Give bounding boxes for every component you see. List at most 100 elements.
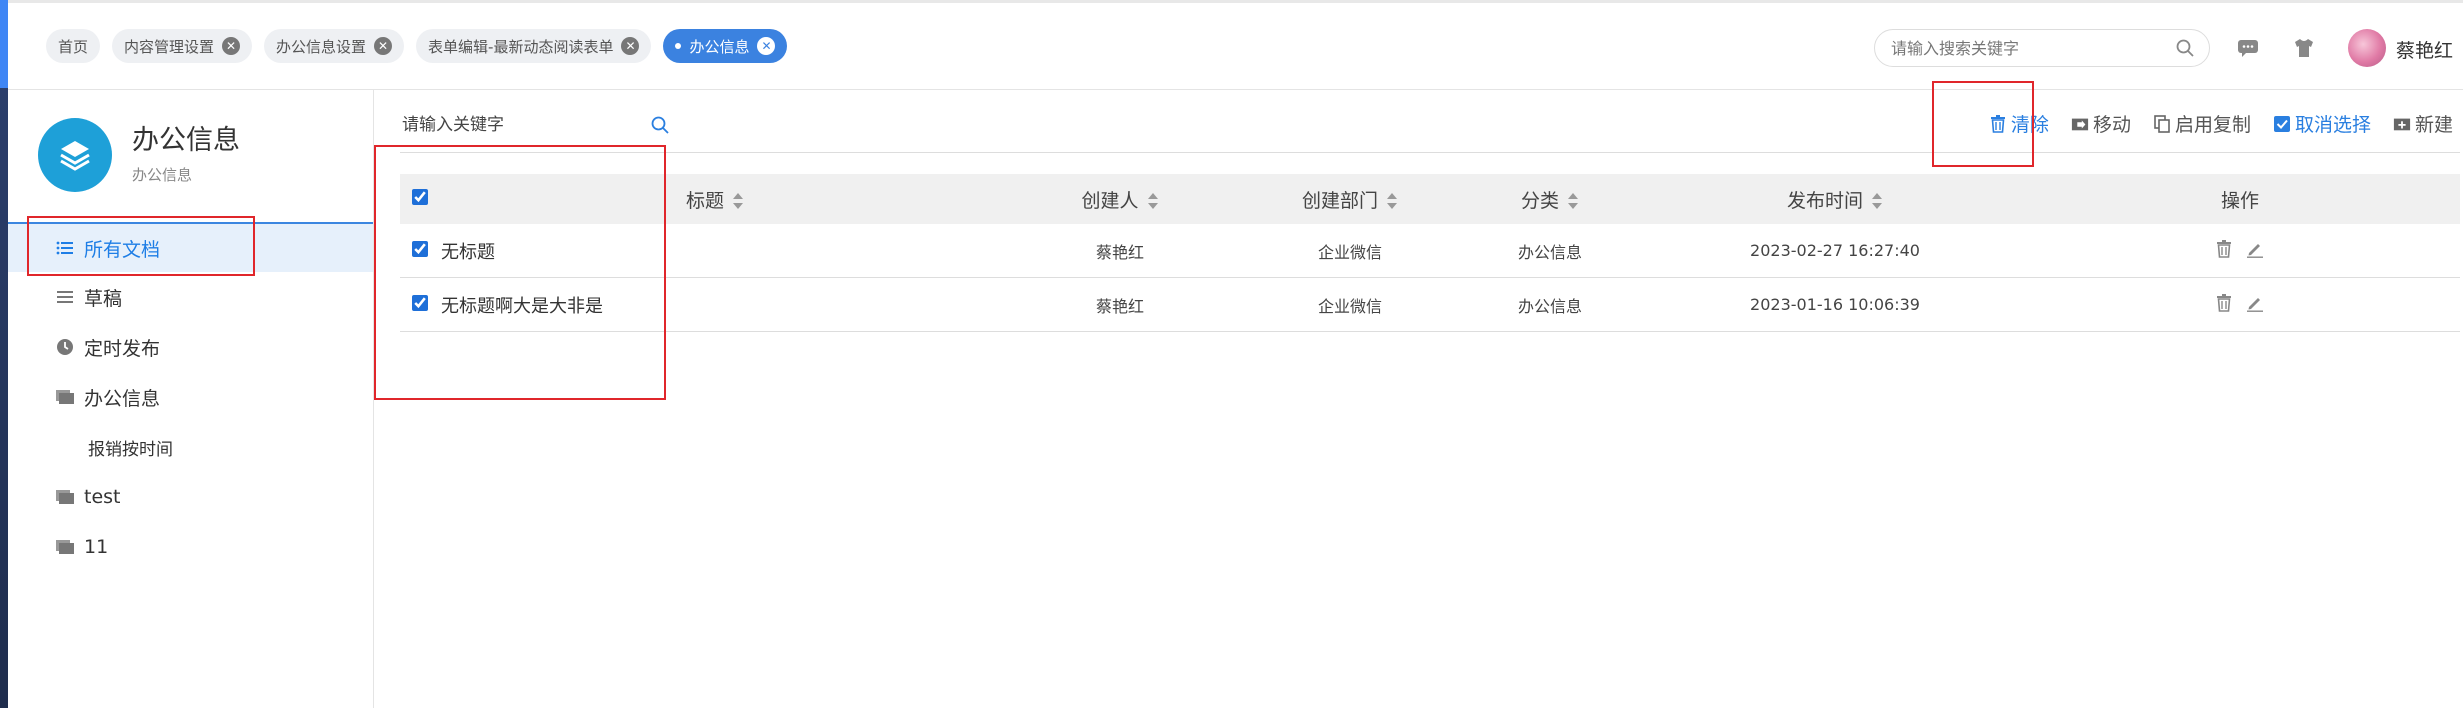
sidebar-item-label: 草稿 (84, 287, 123, 310)
sort-icon[interactable] (1567, 192, 1579, 210)
keyword-search (400, 108, 670, 142)
search-icon[interactable] (2175, 38, 2195, 58)
copy-icon (2153, 114, 2171, 133)
col-dept[interactable]: 创建部门 (1250, 174, 1450, 224)
sort-icon[interactable] (1386, 192, 1398, 210)
row-creator: 蔡艳红 (990, 277, 1250, 332)
row-checkbox[interactable] (412, 294, 428, 311)
sidebar-item-label: test (84, 486, 121, 508)
enable-copy-button[interactable]: 启用复制 (2153, 110, 2251, 137)
row-ops (2020, 277, 2460, 332)
tab-label: 办公信息设置 (276, 37, 367, 56)
table-row[interactable]: 无标题 蔡艳红 企业微信 办公信息 2023-02-27 16:27:40 (400, 224, 2460, 278)
move-folder-icon (2071, 115, 2089, 133)
close-icon[interactable]: ✕ (757, 37, 776, 55)
row-dept: 企业微信 (1250, 277, 1450, 332)
shirt-icon[interactable] (2292, 37, 2316, 59)
app-edge-bar (0, 0, 8, 708)
tab-form-edit[interactable]: 表单编辑-最新动态阅读表单 ✕ (416, 29, 652, 63)
sidebar-item-reimburse-by-time[interactable]: 报销按时间 (8, 422, 373, 472)
tab-office-info[interactable]: 办公信息 ✕ (663, 29, 788, 63)
trash-icon[interactable] (2216, 239, 2232, 258)
sort-icon[interactable] (1871, 192, 1883, 210)
keyword-search-input[interactable] (400, 114, 650, 136)
col-title-label: 标题 (685, 189, 724, 212)
tab-office-info-settings[interactable]: 办公信息设置 ✕ (264, 29, 405, 63)
row-ops (2020, 224, 2460, 278)
row-title[interactable]: 无标题 (440, 224, 990, 278)
tab-label: 办公信息 (689, 37, 750, 56)
close-icon[interactable]: ✕ (621, 37, 640, 55)
avatar[interactable] (2348, 29, 2386, 67)
table-row[interactable]: 无标题啊大是大非是 蔡艳红 企业微信 办公信息 2023-01-16 10:06… (400, 277, 2460, 332)
clear-button[interactable]: 清除 (1989, 110, 2049, 137)
sidebar-subtitle: 办公信息 (132, 166, 193, 184)
cancel-select-label: 取消选择 (2294, 114, 2371, 136)
enable-copy-label: 启用复制 (2174, 114, 2251, 136)
sort-icon[interactable] (1147, 192, 1159, 210)
trash-icon[interactable] (2216, 293, 2232, 312)
col-category[interactable]: 分类 (1450, 174, 1650, 224)
sidebar-item-11[interactable]: 11 (8, 522, 373, 572)
col-ops-label: 操作 (2220, 189, 2259, 212)
folder-icon (54, 536, 76, 558)
sidebar-item-all-documents[interactable]: 所有文档 (8, 222, 373, 272)
tab-label: 首页 (58, 37, 89, 56)
row-category: 办公信息 (1450, 277, 1650, 332)
row-time: 2023-02-27 16:27:40 (1650, 224, 2020, 278)
edit-icon[interactable] (2246, 240, 2264, 258)
tab-strip: 首页 内容管理设置 ✕ 办公信息设置 ✕ 表单编辑-最新动态阅读表单 ✕ 办公信息 ✕ (46, 29, 788, 63)
row-checkbox[interactable] (412, 240, 428, 257)
row-category: 办公信息 (1450, 224, 1650, 278)
active-dot (675, 43, 682, 49)
col-creator[interactable]: 创建人 (990, 174, 1250, 224)
document-table: 标题 创建人 创建部门 分类 发布时间 操作 无标题 蔡艳红 企业微信 办公信息… (400, 174, 2460, 332)
col-category-label: 分类 (1520, 189, 1559, 212)
tab-label: 表单编辑-最新动态阅读表单 (428, 37, 614, 56)
col-publish-time-label: 发布时间 (1786, 189, 1863, 212)
global-search (1874, 29, 2210, 67)
sort-icon[interactable] (732, 192, 744, 210)
main-content: 清除 移动 启用复制 取消选择 新建 标题 创建人 创建部门 (374, 90, 2463, 708)
cancel-select-button[interactable]: 取消选择 (2273, 110, 2371, 137)
sidebar: 办公信息 办公信息 所有文档 草稿 定时发布 办公信息 报销按时间 test 1… (8, 90, 374, 708)
tab-content-settings[interactable]: 内容管理设置 ✕ (112, 29, 253, 63)
col-publish-time[interactable]: 发布时间 (1650, 174, 2020, 224)
sidebar-item-office-info[interactable]: 办公信息 (8, 372, 373, 422)
sidebar-item-label: 办公信息 (84, 387, 161, 410)
row-title[interactable]: 无标题啊大是大非是 (440, 277, 990, 332)
username[interactable]: 蔡艳红 (2396, 36, 2453, 63)
sidebar-item-test[interactable]: test (8, 472, 373, 522)
move-button[interactable]: 移动 (2071, 110, 2131, 137)
message-icon[interactable] (2236, 37, 2260, 59)
global-search-input[interactable] (1889, 37, 2175, 59)
edit-icon[interactable] (2246, 294, 2264, 312)
top-header: 首页 内容管理设置 ✕ 办公信息设置 ✕ 表单编辑-最新动态阅读表单 ✕ 办公信息 ✕ … (8, 0, 2463, 90)
checkbox-icon (2273, 115, 2291, 133)
layers-icon (38, 118, 112, 192)
close-icon[interactable]: ✕ (374, 37, 393, 55)
add-folder-icon (2393, 115, 2411, 133)
new-label: 新建 (2414, 114, 2453, 136)
table-header-row: 标题 创建人 创建部门 分类 发布时间 操作 (400, 174, 2460, 224)
sidebar-item-label: 所有文档 (84, 238, 161, 261)
sidebar-item-scheduled[interactable]: 定时发布 (8, 322, 373, 372)
sidebar-item-label: 报销按时间 (88, 439, 173, 460)
select-all-checkbox[interactable] (412, 189, 428, 205)
search-divider (400, 152, 2460, 153)
row-time: 2023-01-16 10:06:39 (1650, 277, 2020, 332)
sidebar-item-drafts[interactable]: 草稿 (8, 272, 373, 322)
close-icon[interactable]: ✕ (222, 37, 241, 55)
tab-label: 内容管理设置 (124, 37, 215, 56)
col-dept-label: 创建部门 (1301, 189, 1378, 212)
col-title[interactable]: 标题 (440, 174, 990, 224)
new-button[interactable]: 新建 (2393, 110, 2453, 137)
col-creator-label: 创建人 (1081, 189, 1139, 212)
list-icon (54, 237, 76, 259)
folder-icon (54, 386, 76, 408)
search-icon[interactable] (650, 115, 670, 135)
move-label: 移动 (2092, 114, 2131, 136)
row-select-cell (400, 277, 440, 332)
clock-icon (54, 336, 76, 358)
tab-home[interactable]: 首页 (46, 29, 101, 63)
